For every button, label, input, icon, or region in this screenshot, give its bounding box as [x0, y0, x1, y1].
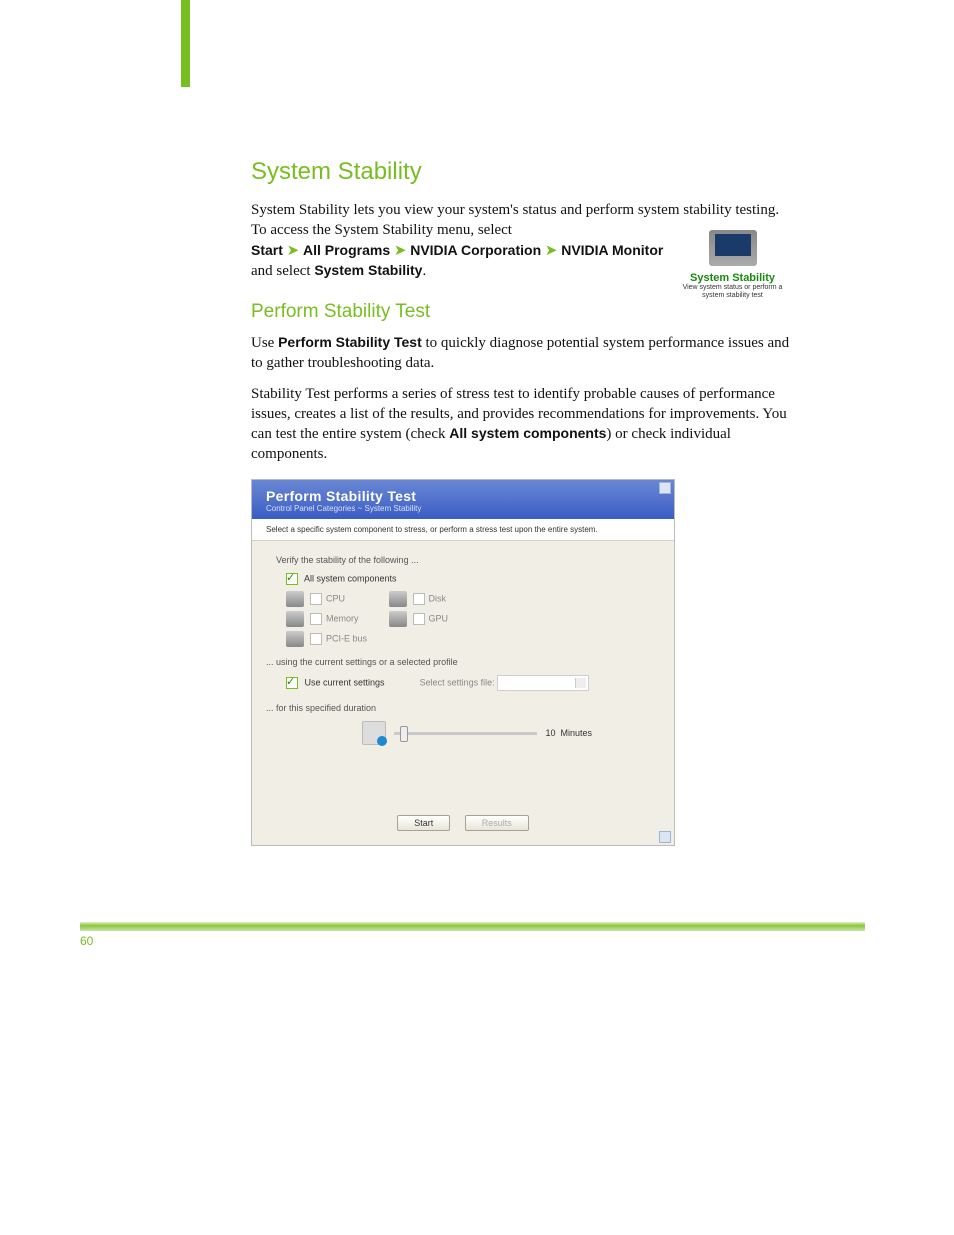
slider-track[interactable] — [394, 732, 537, 735]
p3-bold: All system components — [449, 425, 606, 441]
thumb-title: System Stability — [675, 272, 790, 284]
nav-monitor: NVIDIA Monitor — [561, 242, 663, 258]
checkbox-use-current[interactable] — [286, 677, 298, 689]
dialog-breadcrumb: Control Panel Categories ~ System Stabil… — [266, 504, 660, 513]
section-profile-label: ... using the current settings or a sele… — [266, 657, 650, 667]
checkbox-disk[interactable] — [413, 593, 425, 605]
checkbox-pcie-label: PCI-E bus — [326, 633, 367, 643]
thumb-caption: View system status or perform a system s… — [675, 284, 790, 301]
para-2: Use Perform Stability Test to quickly di… — [251, 333, 791, 374]
start-button[interactable]: Start — [397, 815, 450, 831]
checkbox-cpu[interactable] — [310, 593, 322, 605]
nav-target: System Stability — [314, 262, 422, 278]
checkbox-pcie[interactable] — [310, 633, 322, 645]
page-number: 60 — [80, 934, 93, 948]
checkbox-gpu[interactable] — [413, 613, 425, 625]
gpu-icon — [389, 611, 407, 627]
heading-2: Perform Stability Test — [251, 301, 791, 323]
checkbox-all-components[interactable] — [286, 573, 298, 585]
page-accent-bar — [181, 0, 190, 87]
screenshot-perform-stability-test: Perform Stability Test Control Panel Cat… — [251, 479, 675, 846]
settings-file-dropdown[interactable] — [497, 675, 589, 691]
dialog-body: Verify the stability of the following ..… — [252, 541, 674, 829]
nav-nvidia: NVIDIA Corporation — [410, 242, 541, 258]
p2a: Use — [251, 335, 278, 351]
monitor-icon — [709, 230, 757, 266]
checkbox-all-components-label: All system components — [304, 573, 397, 583]
checkbox-cpu-label: CPU — [326, 593, 345, 603]
system-stability-thumb: System Stability View system status or p… — [675, 230, 790, 301]
checkbox-gpu-label: GPU — [429, 613, 449, 623]
period: . — [422, 263, 426, 279]
arrow-icon: ➤ — [545, 242, 558, 259]
checkbox-use-current-label: Use current settings — [305, 677, 385, 687]
section-duration-label: ... for this specified duration — [266, 703, 650, 713]
duration-slider: 10 Minutes — [362, 721, 592, 745]
arrow-icon: ➤ — [394, 242, 407, 259]
pcie-icon — [286, 631, 304, 647]
scrollbar-up-icon[interactable] — [659, 482, 671, 494]
p2-bold: Perform Stability Test — [278, 334, 422, 350]
dialog-title: Perform Stability Test — [266, 488, 660, 504]
slider-thumb[interactable] — [400, 726, 408, 742]
nav-start: Start — [251, 242, 283, 258]
dialog-description: Select a specific system component to st… — [252, 519, 674, 541]
para-3: Stability Test performs a series of stre… — [251, 384, 791, 465]
arrow-icon: ➤ — [287, 242, 300, 259]
cpu-icon — [286, 591, 304, 607]
intro-and-select: and select — [251, 263, 314, 279]
footer-rule — [80, 922, 865, 931]
disk-icon — [389, 591, 407, 607]
scrollbar-down-icon[interactable] — [659, 831, 671, 843]
checkbox-disk-label: Disk — [429, 593, 447, 603]
nav-programs: All Programs — [303, 242, 390, 258]
duration-value: 10 — [545, 728, 555, 738]
main-content: System Stability System Stability lets y… — [251, 158, 791, 465]
footer: 60 — [80, 934, 865, 948]
dialog-buttons: Start Results — [252, 815, 674, 831]
clock-icon — [362, 721, 386, 745]
memory-icon — [286, 611, 304, 627]
duration-unit: Minutes — [560, 728, 592, 738]
select-settings-file-label: Select settings file: — [420, 677, 498, 687]
checkbox-memory[interactable] — [310, 613, 322, 625]
section-verify-label: Verify the stability of the following ..… — [276, 555, 650, 565]
results-button[interactable]: Results — [465, 815, 529, 831]
dialog-header: Perform Stability Test Control Panel Cat… — [252, 480, 674, 519]
heading-1: System Stability — [251, 158, 791, 186]
checkbox-memory-label: Memory — [326, 613, 359, 623]
